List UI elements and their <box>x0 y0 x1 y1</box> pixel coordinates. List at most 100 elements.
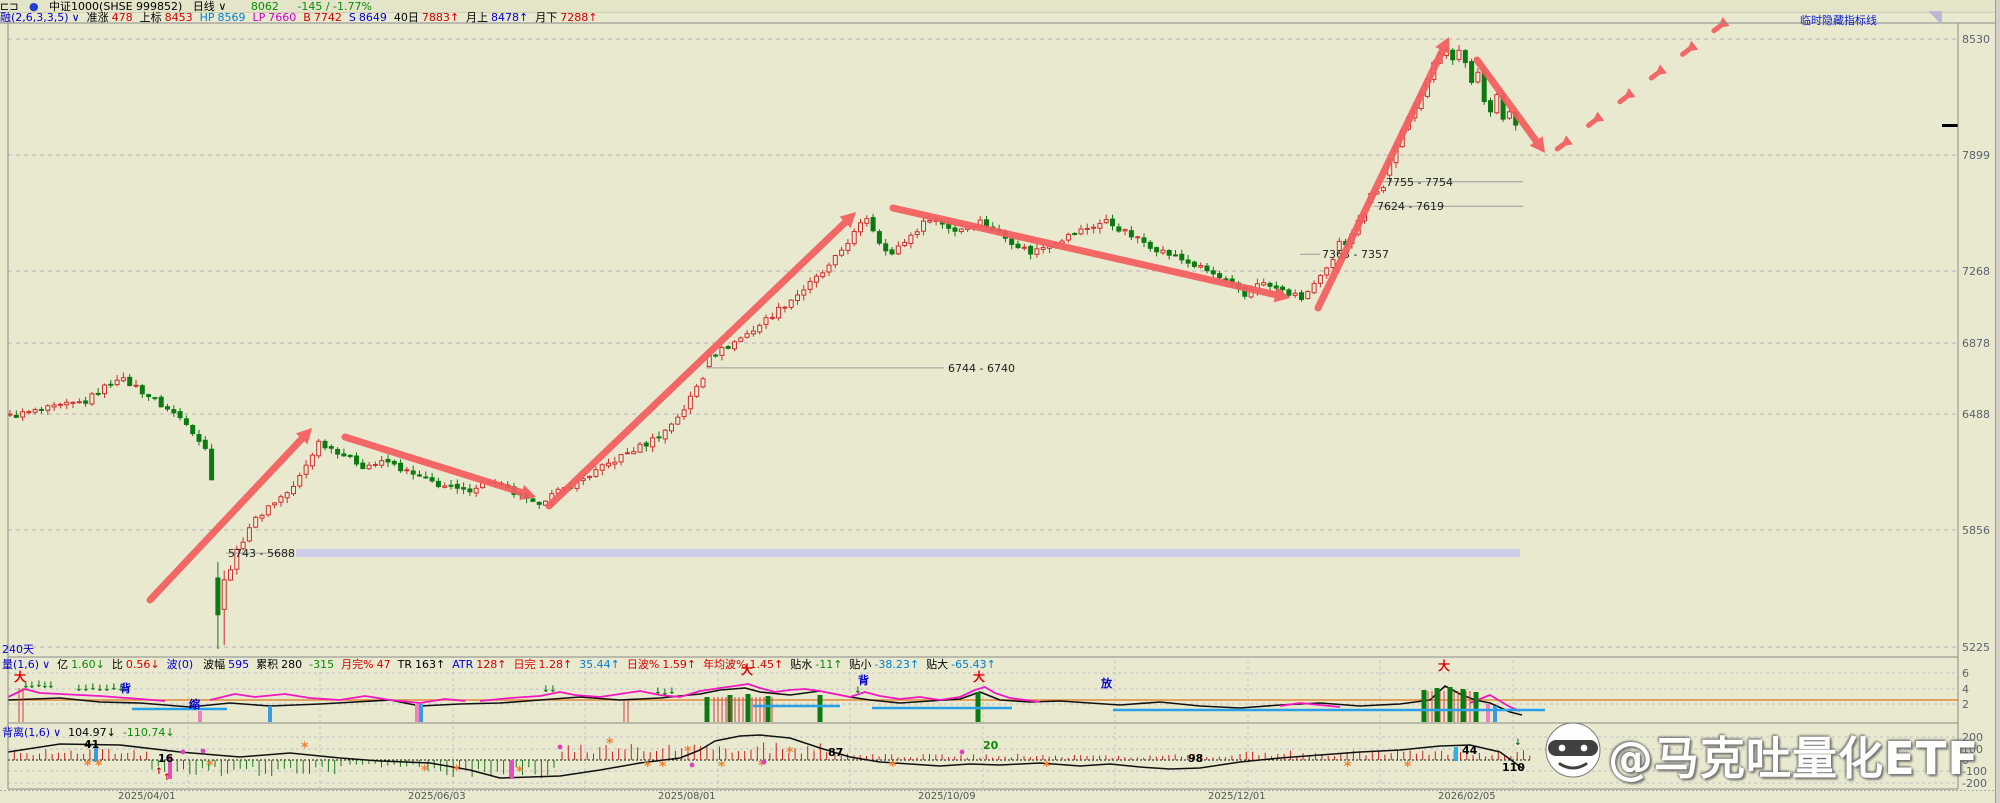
star-marker-icon: * <box>889 759 897 775</box>
main-indicator-token: LP7660 <box>253 12 297 23</box>
right-scroll-strip[interactable] <box>1995 0 2000 803</box>
star-marker-icon: * <box>718 759 726 775</box>
main-indicator-label: 上标 <box>140 11 162 24</box>
volume-indicator-value: 280 <box>281 658 302 671</box>
star-marker-icon: * <box>786 745 794 761</box>
date-axis-label: 2025/04/01 <box>118 791 176 802</box>
main-indicator-token: B7742 <box>303 12 342 23</box>
volume-indicator-label: 月完% <box>341 658 373 671</box>
volume-indicator-value: 1.28↑ <box>538 658 572 671</box>
volume-indicator-token: 日波%1.59↑ <box>627 659 696 671</box>
dot-marker <box>762 760 767 765</box>
divergence-indicator-header: 背离(1,6)∨ 104.97↓ -110.74↓ <box>2 727 182 739</box>
volume-green-bar <box>818 695 823 722</box>
gap-label: 7363 - 7357 <box>1322 248 1389 261</box>
volume-indicator-token: 35.44↑ <box>579 659 620 671</box>
fold-corner-icon[interactable] <box>1928 11 1942 25</box>
volume-axis-label: 2 <box>1962 698 1969 711</box>
volume-indicator-label: 贴水 <box>790 658 812 671</box>
volume-indicator-value: 128↑ <box>476 658 506 671</box>
divergence-count-label: 44 <box>1462 744 1478 757</box>
volume-down-arrow-icon: ↓ <box>854 686 862 696</box>
volume-indicator-label: 量(1,6) <box>2 658 39 671</box>
volume-indicator-label: TR <box>398 658 412 671</box>
main-indicator-label: S <box>349 11 356 24</box>
star-marker-icon: * <box>421 763 429 779</box>
divergence-bar <box>1454 747 1458 761</box>
dot-marker <box>558 745 563 750</box>
divergence-indicator-token[interactable]: 背离(1,6)∨ <box>2 727 61 739</box>
volume-indicator-label: 日波% <box>627 658 659 671</box>
volume-blue-bar <box>268 706 272 722</box>
volume-indicator-token: ATR128↑ <box>452 659 506 671</box>
volume-indicator-token[interactable]: 量(1,6)∨ <box>2 659 50 671</box>
main-indicator-token: 月下7288↑ <box>535 12 597 23</box>
price-axis-label: 7899 <box>1962 149 1990 162</box>
volume-green-bar <box>1461 689 1466 722</box>
gap-label: 7624 - 7619 <box>1377 200 1444 213</box>
dot-marker <box>201 749 206 754</box>
indicator2-pane[interactable]: ******************411687209844110↑↑↓ <box>8 735 1530 783</box>
main-indicator-value: ∨ <box>72 11 80 24</box>
volume-blue-bar <box>1493 706 1497 722</box>
star-marker-icon: * <box>301 740 309 756</box>
volume-green-bar <box>1435 688 1440 722</box>
volume-indicator-value: 1.59↑ <box>662 658 696 671</box>
volume-indicator-label: 贴小 <box>849 658 871 671</box>
volume-axis-label: 6 <box>1962 667 1969 680</box>
divergence-indicator-value: ∨ <box>53 726 61 739</box>
main-indicator-value: 7883↑ <box>422 11 459 24</box>
volume-indicator-value: 595 <box>228 658 249 671</box>
trend-arrow <box>1477 60 1539 145</box>
volume-indicator-value: -315 <box>309 658 334 671</box>
main-indicator-token[interactable]: 融(2,6,3,3,5)∨ <box>0 12 80 23</box>
app-window: 大大大大背背缩放↓↓↓↓↓↓↓↓↓↓↓↓↓↓↓↓↓↓**************… <box>0 0 2000 803</box>
main-indicator-value: 7742 <box>314 11 342 24</box>
price-axis-label: 7268 <box>1962 265 1990 278</box>
up-arrow-icon: ↑ <box>163 773 171 783</box>
volume-indicator-label: 日完 <box>513 658 535 671</box>
star-marker-icon: * <box>206 758 214 774</box>
main-indicator-token: 40日7883↑ <box>394 12 459 23</box>
date-axis-label: 2025/06/03 <box>408 791 466 802</box>
star-marker-icon: * <box>95 758 103 774</box>
star-marker-icon: * <box>453 763 461 779</box>
volume-indicator-token: TR163↑ <box>398 659 446 671</box>
volume-da-marker: 大 <box>973 669 985 684</box>
volume-blue-bar <box>419 704 423 722</box>
volume-indicator-token: 贴水-11↑ <box>790 659 842 671</box>
last-price-tick <box>1942 124 1958 127</box>
main-indicator-token: 上标8453 <box>140 12 193 23</box>
dot-marker <box>181 750 186 755</box>
divergence-indicator-value: -110.74↓ <box>123 726 175 739</box>
volume-indicator-token: 比0.56↓ <box>112 659 160 671</box>
chart-canvas[interactable]: 大大大大背背缩放↓↓↓↓↓↓↓↓↓↓↓↓↓↓↓↓↓↓**************… <box>0 0 2000 803</box>
divergence-indicator-token: 104.97↓ <box>68 727 116 739</box>
main-indicator-label: LP <box>253 11 266 24</box>
gap-label: 5743 - 5688 <box>228 547 295 560</box>
volume-indicator-value: 47 <box>377 658 391 671</box>
volume-indicator-token: 年均波%1.45↑ <box>703 659 783 671</box>
volume-da-marker: 大 <box>1438 658 1450 673</box>
volume-green-bar <box>728 695 733 722</box>
hide-indicator-link[interactable]: 临时隐藏指标线 <box>1800 12 1877 28</box>
divergence-indicator-value: 104.97↓ <box>68 726 116 739</box>
star-marker-icon: * <box>84 758 92 774</box>
divergence-count-label: 16 <box>158 752 174 765</box>
volume-indicator-token: 波幅595 <box>203 659 249 671</box>
main-indicator-label: 准涨 <box>87 11 109 24</box>
main-indicator-value: 478 <box>112 11 133 24</box>
volume-curve-magenta <box>210 694 465 703</box>
gap-label: 7755 - 7754 <box>1386 176 1453 189</box>
volume-indicator-value: ∨ <box>42 658 50 671</box>
volume-indicator-value: -65.43↑ <box>951 658 996 671</box>
price-axis-label: 6488 <box>1962 408 1990 421</box>
star-marker-icon: * <box>606 736 614 752</box>
volume-down-arrow-icon: ↓ <box>47 681 55 691</box>
trend-annotations: 5743 - 56886744 - 67407363 - 73577624 - … <box>150 17 1958 600</box>
down-arrow-icon: ↓ <box>1514 738 1522 748</box>
volume-fang-marker: 放 <box>1100 676 1113 690</box>
price-axis-label: 6878 <box>1962 337 1990 350</box>
date-axis-label: 2025/10/09 <box>918 791 976 802</box>
volume-pink-bar <box>1486 704 1490 722</box>
